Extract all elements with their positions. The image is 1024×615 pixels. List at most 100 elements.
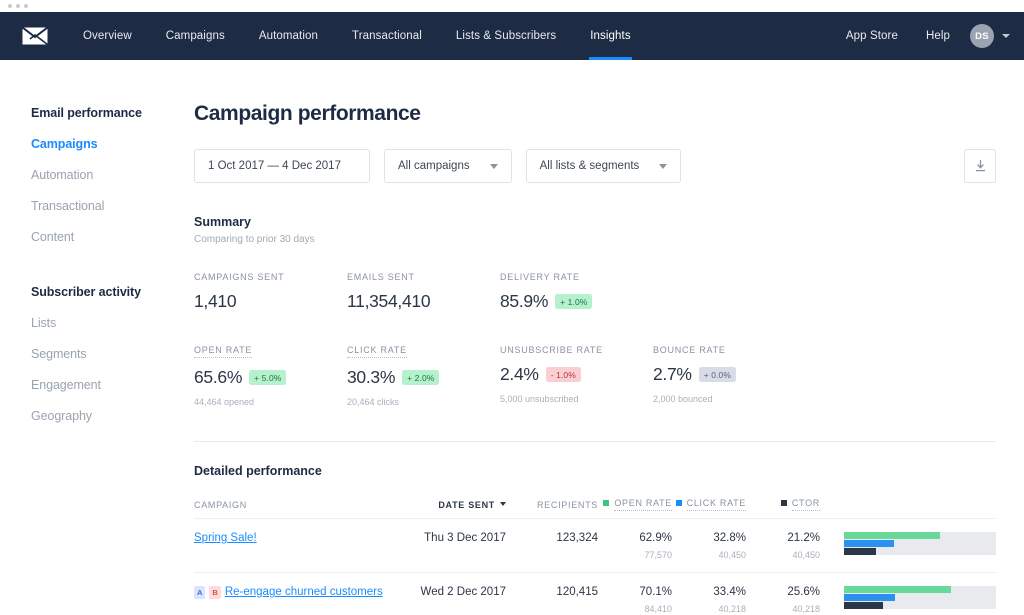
stat-label: OPEN RATE (194, 345, 252, 358)
cell-click-rate: 32.8% 40,450 (672, 519, 746, 573)
open-rate-value: 70.1% (598, 586, 672, 598)
sidebar-item-transactional[interactable]: Transactional (31, 199, 192, 213)
sidebar-item-campaigns[interactable]: Campaigns (31, 137, 192, 151)
stat-delta-badge: + 1.0% (555, 294, 592, 309)
cell-ctor: 21.2% 40,450 (746, 519, 820, 573)
top-navigation-bar: Overview Campaigns Automation Transactio… (0, 12, 1024, 60)
date-range-value: 1 Oct 2017 — 4 Dec 2017 (208, 160, 341, 172)
stat-label: EMAILS SENT (347, 272, 415, 282)
column-label: CLICK RATE (687, 498, 746, 511)
sidebar-item-lists[interactable]: Lists (31, 316, 192, 330)
ctor-value: 25.6% (746, 586, 820, 598)
table-body: Spring Sale! Thu 3 Dec 2017 123,324 62.9… (194, 519, 996, 615)
cell-open-rate: 70.1% 84,410 (598, 573, 672, 615)
envelope-logo-icon (22, 27, 48, 45)
bar-open-rate (844, 586, 951, 593)
table-header: CAMPAIGN DATE SENT RECIPIENTS OPEN RATE … (194, 498, 996, 519)
nav-label: Insights (590, 30, 630, 42)
lists-segments-select-value: All lists & segments (540, 160, 640, 172)
lists-segments-select[interactable]: All lists & segments (526, 149, 682, 183)
bar-open-rate (844, 532, 940, 539)
nav-label: Overview (83, 30, 132, 42)
column-header-click-rate[interactable]: CLICK RATE (672, 498, 746, 519)
sidebar-spacer (31, 261, 192, 285)
column-header-date-sent[interactable]: DATE SENT (398, 498, 506, 519)
cell-date-sent: Thu 3 Dec 2017 (398, 519, 506, 573)
nav-label: Campaigns (166, 30, 225, 42)
summary-subtitle: Comparing to prior 30 days (194, 234, 996, 245)
stat-delivery-rate: DELIVERY RATE 85.9% + 1.0% (500, 267, 653, 312)
sidebar: Email performance Campaigns Automation T… (0, 60, 192, 615)
stat-emails-sent: EMAILS SENT 11,354,410 (347, 267, 500, 312)
sidebar-item-automation[interactable]: Automation (31, 168, 192, 182)
nav-link-insights[interactable]: Insights (573, 12, 647, 60)
stat-subtext: 2,000 bounced (653, 394, 806, 404)
ab-test-badge-a: A (194, 586, 205, 599)
sidebar-item-engagement[interactable]: Engagement (31, 378, 192, 392)
campaign-link[interactable]: Re-engage churned customers (225, 586, 383, 598)
stat-value: 2.7% (653, 364, 692, 385)
cell-click-rate: 33.4% 40,218 (672, 573, 746, 615)
bar-ctor (844, 548, 876, 555)
avatar[interactable]: DS (970, 24, 994, 48)
main-content: Campaign performance 1 Oct 2017 — 4 Dec … (192, 60, 1024, 615)
primary-nav-links: Overview Campaigns Automation Transactio… (66, 12, 648, 60)
sort-descending-icon (500, 502, 506, 506)
stat-subtext: 20,464 clicks (347, 397, 500, 407)
column-label: CAMPAIGN (194, 500, 247, 510)
column-header-recipients[interactable]: RECIPIENTS (506, 498, 598, 519)
bar-track (844, 532, 996, 555)
column-header-ctor[interactable]: CTOR (746, 498, 820, 519)
rate-bar-chart (844, 532, 996, 555)
stat-subtext: 5,000 unsubscribed (500, 394, 653, 404)
click-count-value: 40,450 (672, 550, 746, 560)
sidebar-item-segments[interactable]: Segments (31, 347, 192, 361)
column-header-campaign[interactable]: CAMPAIGN (194, 498, 398, 519)
stat-label: CAMPAIGNS SENT (194, 272, 284, 282)
stat-label: UNSUBSCRIBE RATE (500, 345, 603, 355)
sidebar-item-geography[interactable]: Geography (31, 409, 192, 423)
nav-link-campaigns[interactable]: Campaigns (149, 12, 242, 60)
nav-link-transactional[interactable]: Transactional (335, 12, 439, 60)
download-button[interactable] (964, 149, 996, 183)
table-row[interactable]: Spring Sale! Thu 3 Dec 2017 123,324 62.9… (194, 519, 996, 573)
app-logo[interactable] (0, 12, 66, 60)
stat-bounce-rate: BOUNCE RATE 2.7% + 0.0% 2,000 bounced (653, 340, 806, 407)
chevron-down-icon[interactable] (1002, 34, 1010, 38)
stat-click-rate: CLICK RATE 30.3% + 2.0% 20,464 clicks (347, 340, 500, 407)
stat-label: DELIVERY RATE (500, 272, 580, 282)
section-divider (194, 441, 996, 442)
filter-bar: 1 Oct 2017 — 4 Dec 2017 All campaigns Al… (194, 149, 996, 183)
bar-click-rate (844, 594, 895, 601)
date-range-picker[interactable]: 1 Oct 2017 — 4 Dec 2017 (194, 149, 370, 183)
column-label: OPEN RATE (614, 498, 672, 511)
stat-subtext: 44,464 opened (194, 397, 347, 407)
open-rate-value: 62.9% (598, 532, 672, 544)
campaigns-select[interactable]: All campaigns (384, 149, 512, 183)
page-layout: Email performance Campaigns Automation T… (0, 60, 1024, 615)
cell-campaign: Spring Sale! (194, 519, 398, 573)
nav-label: App Store (846, 30, 898, 42)
stat-delta-badge: - 1.0% (546, 367, 581, 382)
detailed-performance-title: Detailed performance (194, 464, 996, 478)
column-header-open-rate[interactable]: OPEN RATE (598, 498, 672, 519)
ctor-value: 21.2% (746, 532, 820, 544)
ab-test-badge-b: B (209, 586, 220, 599)
nav-link-automation[interactable]: Automation (242, 12, 335, 60)
sidebar-group-title-email-performance: Email performance (31, 106, 192, 120)
cell-date-sent: Wed 2 Dec 2017 (398, 573, 506, 615)
chevron-down-icon (490, 164, 498, 169)
stat-open-rate: OPEN RATE 65.6% + 5.0% 44,464 opened (194, 340, 347, 407)
nav-link-overview[interactable]: Overview (66, 12, 149, 60)
campaigns-select-value: All campaigns (398, 160, 470, 172)
nav-link-app-store[interactable]: App Store (832, 30, 912, 42)
window-dot (24, 4, 28, 8)
summary-title: Summary (194, 215, 996, 229)
campaign-link[interactable]: Spring Sale! (194, 532, 257, 544)
stat-label: BOUNCE RATE (653, 345, 726, 355)
nav-link-help[interactable]: Help (912, 30, 964, 42)
table-row[interactable]: A B Re-engage churned customers Wed 2 De… (194, 573, 996, 615)
sidebar-item-content[interactable]: Content (31, 230, 192, 244)
nav-link-lists-subscribers[interactable]: Lists & Subscribers (439, 12, 573, 60)
bar-ctor (844, 602, 883, 609)
